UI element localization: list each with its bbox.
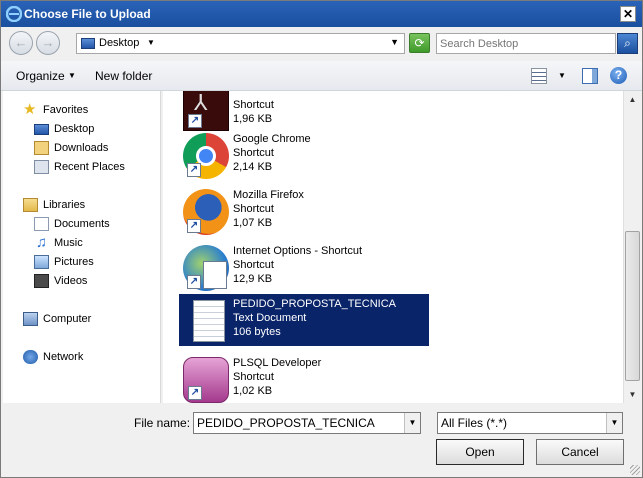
vertical-scrollbar[interactable]: ▲ ▼ [623,91,641,403]
preview-pane-icon[interactable] [582,68,598,84]
file-item[interactable]: ↗ Mozilla Firefox Shortcut 1,07 KB [179,185,429,237]
libraries-folder-icon [23,198,38,212]
address-bar[interactable]: Desktop ▼ ▼ [76,33,405,54]
documents-icon [34,217,49,231]
nav-label: Documents [54,218,110,230]
internet-options-icon: ↗ [183,245,229,291]
command-toolbar: Organize ▼ New folder ▼ ? [1,61,642,91]
nav-label: Libraries [43,199,86,211]
file-list: ⅄ ↗ Shortcut 1,96 KB ↗ Google Chrome Sho… [163,91,623,403]
scrollbar-thumb[interactable] [625,231,640,381]
network-globe-icon [23,350,38,364]
chrome-icon: ↗ [183,133,229,179]
nav-label: Videos [54,275,88,287]
cancel-button[interactable]: Cancel [536,439,624,465]
nav-label: Downloads [54,142,109,154]
scroll-down-arrow-icon[interactable]: ▼ [624,386,641,403]
nav-label: Favorites [43,104,89,116]
nav-label: Desktop [54,123,95,135]
nav-label: Recent Places [54,161,125,173]
new-folder-button[interactable]: New folder [95,69,152,83]
pictures-icon [34,255,49,269]
scroll-up-arrow-icon[interactable]: ▲ [624,91,641,108]
file-name-combobox[interactable]: ▼ [193,412,421,434]
title-bar: Choose File to Upload ✕ [1,1,642,27]
file-name: Google Chrome [233,133,311,145]
music-note-icon: ♫ [35,234,48,251]
search-input[interactable] [440,35,614,52]
back-button[interactable]: ← [9,31,33,55]
file-size: 12,9 KB [233,273,273,285]
file-name: PEDIDO_PROPOSTA_TECNICA [233,298,396,310]
recent-places-icon [34,160,49,174]
file-item[interactable]: ↗ PLSQL Developer Shortcut 1,02 KB [179,353,429,403]
desktop-icon [34,124,49,135]
file-type: Shortcut [233,147,274,159]
nav-label: Music [54,237,83,249]
file-item[interactable]: ⅄ ↗ Shortcut 1,96 KB [179,91,429,133]
resize-grip-icon[interactable] [630,465,640,475]
file-size: 106 bytes [233,326,281,338]
address-dropdown-icon[interactable]: ▼ [390,37,399,47]
nav-label: Computer [43,313,92,325]
file-item-selected[interactable]: PEDIDO_PROPOSTA_TECNICA Text Document 10… [179,294,429,346]
address-location: Desktop [99,37,140,49]
refresh-button[interactable]: ⟳ [409,33,430,53]
shortcut-arrow-icon: ↗ [188,114,202,128]
file-type: Shortcut [233,371,274,383]
navigation-pane: ★ Favorites Desktop Downloads Recent Pla… [3,91,161,403]
breadcrumb-arrow-icon[interactable]: ▼ [147,38,155,47]
plsql-developer-icon: ↗ [183,357,229,403]
internet-explorer-icon [6,6,22,22]
close-button[interactable]: ✕ [620,6,636,22]
file-name-input[interactable] [197,414,407,432]
shortcut-arrow-icon: ↗ [187,219,201,233]
file-type: Shortcut [233,99,274,111]
computer-icon [23,312,38,326]
file-name: PLSQL Developer [233,357,322,369]
file-type-value: All Files (*.*) [441,416,508,430]
firefox-icon: ↗ [183,189,229,235]
search-field[interactable] [436,33,616,54]
dialog-title: Choose File to Upload [24,7,151,21]
shortcut-arrow-icon: ↗ [187,163,201,177]
search-icon[interactable]: ⌕ [617,33,638,54]
organize-dropdown-icon[interactable]: ▼ [68,71,76,80]
file-type-dropdown-icon[interactable]: ▼ [606,413,622,433]
file-type-select[interactable]: All Files (*.*) ▼ [437,412,623,434]
file-item[interactable]: ↗ Google Chrome Shortcut 2,14 KB [179,129,429,181]
desktop-icon [81,38,95,49]
forward-button[interactable]: → [36,31,60,55]
nav-label: Network [43,351,84,363]
shortcut-arrow-icon: ↗ [188,386,202,400]
downloads-folder-icon [34,141,49,155]
file-name: Internet Options - Shortcut [233,245,363,257]
file-size: 1,96 KB [233,113,273,125]
file-type: Shortcut [233,259,274,271]
file-name: Mozilla Firefox [233,189,304,201]
file-size: 1,07 KB [233,217,273,229]
help-icon[interactable]: ? [610,67,627,84]
file-upload-dialog: Choose File to Upload ✕ ← → Desktop ▼ ▼ … [0,0,643,478]
file-size: 2,14 KB [233,161,273,173]
view-dropdown-icon[interactable]: ▼ [558,71,566,80]
file-item[interactable]: ↗ Internet Options - Shortcut Shortcut 1… [179,241,429,293]
bottom-panel: File name: ▼ All Files (*.*) ▼ Open Canc… [1,403,642,477]
open-button[interactable]: Open [436,439,524,465]
star-icon: ★ [23,101,37,118]
text-document-icon [183,298,229,344]
change-view-icon[interactable] [531,68,547,84]
film-strip-icon [34,274,49,288]
pdf-reader-icon: ⅄ ↗ [183,91,229,131]
file-type: Text Document [233,312,307,324]
file-name-dropdown-icon[interactable]: ▼ [404,413,420,433]
file-name-label: File name: [134,416,191,430]
address-row: ← → Desktop ▼ ▼ ⟳ ⌕ [1,27,642,61]
shortcut-arrow-icon: ↗ [187,275,201,289]
nav-label: Pictures [54,256,94,268]
organize-button[interactable]: Organize [16,69,65,83]
file-type: Shortcut [233,203,274,215]
file-size: 1,02 KB [233,385,273,397]
